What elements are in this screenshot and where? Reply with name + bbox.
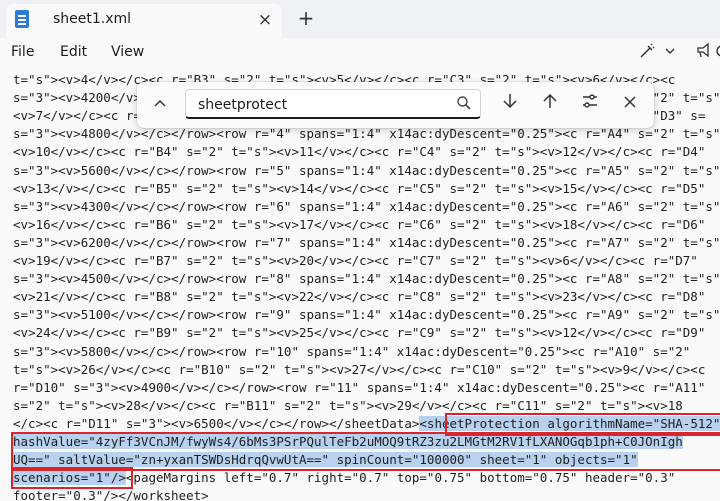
code-text: <v>19</v></c><c r="B7" s="2" t="s"><v>20…	[13, 253, 698, 268]
new-tab-button[interactable]: +	[294, 6, 318, 30]
menu-view[interactable]: View	[111, 44, 144, 60]
title-bar: sheet1.xml × +	[0, 0, 720, 38]
feedback-icon[interactable]	[695, 42, 713, 64]
code-line: s="3"><v>5100</v></c></row><row r="9" sp…	[13, 306, 720, 324]
settings-icon[interactable]	[713, 42, 720, 64]
code-text: <v>21</v></c><c r="B8" s="2" t="s"><v>22…	[13, 289, 706, 305]
code-line: s="2" t="s"><v>28</v></c><c r="B11" s="2…	[13, 397, 683, 415]
search-icon[interactable]	[455, 94, 473, 112]
find-input[interactable]	[196, 94, 450, 116]
code-text: </c><c r="D11" s="3"><v>6500</v></c></ro…	[13, 415, 420, 431]
code-line: <v>16</v></c><c r="B6" s="2" t="s"><v>17…	[13, 216, 705, 234]
code-line: s="3"><v>6200</v></c></row><row r="7" sp…	[13, 234, 720, 252]
code-text: s="3"><v>4800</v></c></row><row r="4" sp…	[13, 126, 720, 142]
code-line: t="s"><v>26</v></c><c r="B10" s="2" t="s…	[13, 361, 705, 379]
toggle-replace-button[interactable]	[147, 92, 173, 118]
code-line: s="3"><v>4300</v></c></row><row r="6" sp…	[13, 198, 720, 216]
selected-text: hashValue="4zyFf3VCnJM/fwyWs4/6bMs3PSrPQ…	[13, 434, 683, 449]
code-line: </c><c r="D11" s="3"><v>6500</v></c></ro…	[13, 415, 720, 433]
selected-text: <sheetProtection algorithmName="SHA-512"	[419, 415, 720, 431]
code-line: <v>21</v></c><c r="B8" s="2" t="s"><v>22…	[13, 288, 705, 306]
selected-text: UQ==" saltValue="zn+yxanTSWDsHdrqQvwUtA=…	[13, 452, 638, 468]
code-text: s="3"><v>5100</v></c></row><row r="9" sp…	[13, 307, 720, 323]
tab-sheet1[interactable]: sheet1.xml ×	[6, 4, 282, 38]
code-line: s="3"><v>5600</v></c></row><row r="5" sp…	[13, 162, 720, 180]
code-line: footer="0.3"/></worksheet>	[13, 487, 209, 501]
code-line: s="3"><v>5800</v></c></row><row r="10" s…	[13, 343, 690, 361]
find-input-box[interactable]	[185, 89, 481, 119]
code-text: <pageMargins left="0.7" right="0.7" top=…	[125, 470, 676, 486]
editor-area[interactable]: t="s"><v>4</v></c><c r="B3" s="2" t="s">…	[0, 68, 720, 501]
code-line: <v>19</v></c><c r="B7" s="2" t="s"><v>20…	[13, 252, 698, 270]
code-line: <v>13</v></c><c r="B5" s="2" t="s"><v>14…	[13, 180, 705, 198]
find-bar	[137, 82, 654, 128]
code-line: <v>24</v></c><c r="B9" s="2" t="s"><v>25…	[13, 324, 705, 342]
copilot-icon[interactable]	[638, 42, 656, 64]
code-text: s="3"><v>6200</v></c></row><row r="7" sp…	[13, 234, 720, 250]
menu-file[interactable]: File	[11, 44, 34, 60]
close-tab-button[interactable]: ×	[254, 9, 276, 31]
code-text: <v>16</v></c><c r="B6" s="2" t="s"><v>17…	[13, 216, 706, 232]
code-line: <v>10</v></c><c r="B4" s="2" t="s"><v>11…	[13, 143, 705, 161]
code-text: r="D10" s="3"><v>4900</v></c></row><row …	[13, 379, 706, 395]
code-text: s="2" t="s"><v>28</v></c><c r="B11" s="2…	[13, 397, 683, 413]
find-previous-button[interactable]	[537, 92, 563, 118]
find-next-button[interactable]	[497, 92, 523, 118]
find-options-button[interactable]	[577, 92, 603, 118]
code-line: scenarios="1"/><pageMargins left="0.7" r…	[13, 469, 675, 487]
code-line: UQ==" saltValue="zn+yxanTSWDsHdrqQvwUtA=…	[13, 451, 638, 469]
code-text: footer="0.3"/></worksheet>	[13, 488, 209, 501]
code-text: s="3"><v>5800</v></c></row><row r="10" s…	[13, 343, 691, 359]
code-text: s="3"><v>5600</v></c></row><row r="5" sp…	[13, 162, 720, 178]
code-text: t="s"><v>26</v></c><c r="B10" s="2" t="s…	[13, 361, 706, 377]
menu-edit[interactable]: Edit	[60, 44, 87, 60]
close-find-button[interactable]	[617, 92, 643, 118]
code-line: s="3"><v>4500</v></c></row><row r="8" sp…	[13, 270, 720, 288]
notepad-icon	[15, 10, 29, 28]
code-text: s="3"><v>4500</v></c></row><row r="8" sp…	[13, 271, 720, 287]
code-text: <v>10</v></c><c r="B4" s="2" t="s"><v>11…	[13, 144, 706, 160]
chevron-down-icon[interactable]	[665, 42, 675, 64]
code-text: s="3"><v>4300</v></c></row><row r="6" sp…	[13, 198, 720, 214]
tab-title: sheet1.xml	[53, 11, 132, 27]
selected-text: scenarios="1"/>	[13, 470, 126, 486]
code-line: hashValue="4zyFf3VCnJM/fwyWs4/6bMs3PSrPQ…	[13, 433, 683, 451]
code-line: r="D10" s="3"><v>4900</v></c></row><row …	[13, 379, 705, 397]
menu-bar: File Edit View	[0, 38, 720, 68]
code-text: <v>13</v></c><c r="B5" s="2" t="s"><v>14…	[13, 180, 706, 196]
code-text: <v>24</v></c><c r="B9" s="2" t="s"><v>25…	[13, 325, 706, 341]
